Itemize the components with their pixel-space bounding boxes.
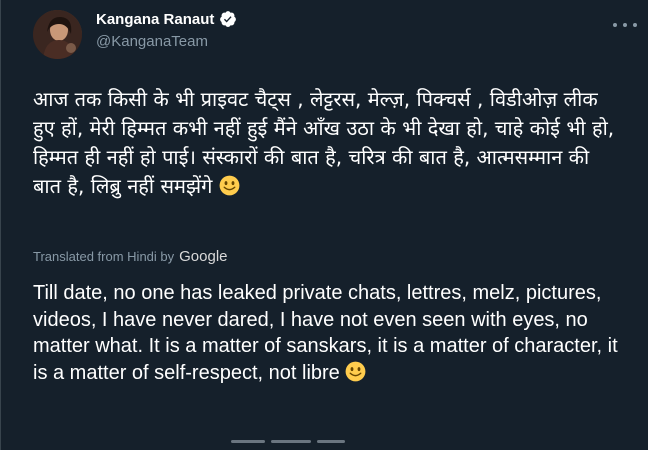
cut-off-text-fragment — [271, 440, 311, 443]
cut-off-text-fragment — [231, 440, 265, 443]
tweet-text-translated: Till date, no one has leaked private cha… — [33, 280, 633, 386]
google-logo[interactable]: Google — [179, 248, 227, 265]
author-name-text[interactable]: Kangana Ranaut — [96, 11, 214, 28]
avatar[interactable] — [33, 10, 82, 59]
avatar-image — [33, 10, 82, 59]
more-options-button[interactable] — [613, 18, 637, 32]
translation-attribution: Translated from Hindi by Google — [33, 248, 228, 265]
cut-off-text-row — [231, 440, 391, 450]
author-display-name[interactable]: Kangana Ranaut — [96, 10, 237, 28]
more-options-icon-dot — [633, 23, 637, 27]
tweet-text-hindi: आज तक किसी के भी प्राइवट चैट्स , लेट्टरस… — [33, 87, 615, 198]
verified-badge-icon — [220, 11, 237, 27]
slightly-smiling-face-icon — [219, 175, 240, 196]
slightly-smiling-face-icon — [345, 361, 366, 381]
more-options-icon — [613, 23, 617, 27]
author-handle[interactable]: @KanganaTeam — [96, 33, 208, 50]
more-options-icon-dot — [623, 23, 627, 27]
cut-off-text-fragment — [317, 440, 345, 443]
tweet-text-english: Till date, no one has leaked private cha… — [33, 282, 618, 384]
tweet-text-original: आज तक किसी के भी प्राइवट चैट्स , लेट्टरस… — [33, 85, 623, 201]
translated-label: Translated from Hindi by — [33, 249, 175, 264]
tweet-card[interactable]: Kangana Ranaut @KanganaTeam आज तक किसी क… — [0, 0, 648, 450]
